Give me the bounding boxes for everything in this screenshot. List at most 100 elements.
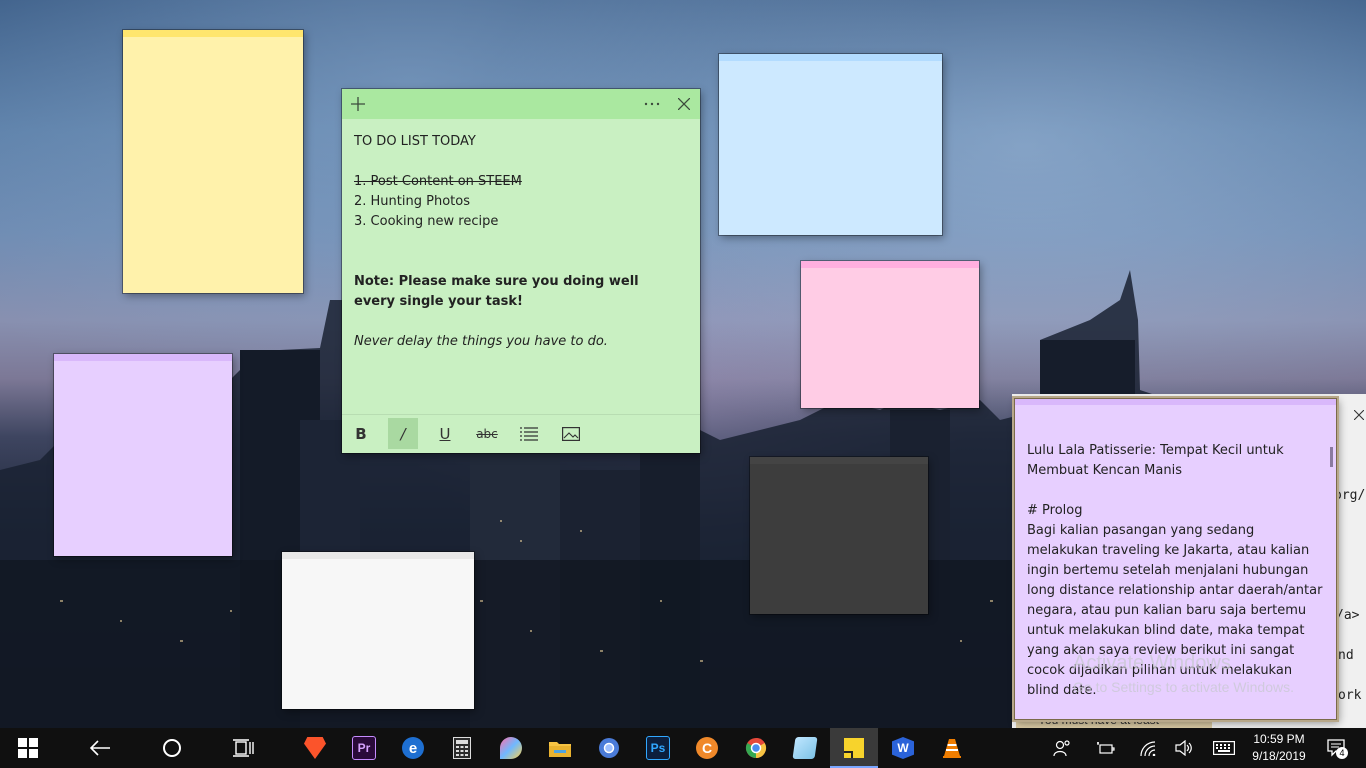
task-view-icon	[233, 739, 254, 757]
note-color-strip	[1015, 399, 1336, 405]
taskbar-app-sticky-notes[interactable]	[830, 728, 878, 768]
folder-icon	[549, 742, 571, 757]
taskbar-app-chromium[interactable]	[585, 728, 633, 768]
paint-3d-icon	[500, 737, 522, 759]
more-options-icon	[644, 102, 660, 106]
wifi-icon	[1140, 741, 1156, 756]
taskbar-app-paint-3d[interactable]	[487, 728, 535, 768]
action-center-button[interactable]: 4	[1322, 728, 1352, 768]
taskbar-app-calculator[interactable]	[438, 728, 486, 768]
brave-icon	[304, 737, 326, 759]
watermark-title: Activate Windows	[1073, 652, 1231, 674]
sticky-note-green-active[interactable]: TO DO LIST TODAY 1. Post Content on STEE…	[342, 89, 700, 453]
taskbar-app-coccoc[interactable]: C	[683, 728, 731, 768]
code-fragment: ork	[1338, 688, 1362, 703]
formatting-toolbar: B / U abc	[342, 414, 700, 453]
keyboard-button[interactable]	[1210, 728, 1238, 768]
note-content[interactable]: TO DO LIST TODAY 1. Post Content on STEE…	[354, 132, 684, 352]
people-icon	[1053, 740, 1070, 756]
edge-icon: e	[402, 737, 424, 759]
battery-icon	[1097, 742, 1115, 754]
notification-count-badge: 4	[1336, 747, 1348, 759]
note-color-strip	[54, 354, 232, 361]
note-line-blank	[354, 252, 684, 272]
taskbar-app-premiere-pro[interactable]: Pr	[340, 728, 388, 768]
back-arrow-icon	[90, 740, 110, 756]
note-line-italic: Never delay the things you have to do.	[354, 334, 608, 349]
bold-button[interactable]: B	[346, 418, 376, 449]
taskbar-app-brave[interactable]	[291, 728, 339, 768]
code-fragment: org/	[1334, 488, 1366, 503]
note-color-strip	[719, 54, 942, 61]
clock-time: 10:59 PM	[1253, 732, 1305, 746]
chrome-icon	[745, 737, 767, 759]
note-color-strip	[750, 457, 928, 464]
clock-date: 9/18/2019	[1252, 749, 1306, 763]
sticky-note-blue[interactable]	[719, 54, 942, 235]
photoshop-icon: Ps	[646, 736, 670, 760]
sticky-note-pink[interactable]	[801, 261, 979, 408]
note-line-blank	[1027, 481, 1327, 501]
close-icon	[678, 98, 690, 110]
bullet-list-icon	[520, 426, 538, 441]
taskbar-app-file-explorer[interactable]	[536, 728, 584, 768]
volume-button[interactable]	[1172, 728, 1196, 768]
bullets-button[interactable]	[514, 418, 544, 449]
note-line-item-3: 3. Cooking new recipe	[354, 214, 499, 229]
taskbar-app-notepad[interactable]	[781, 728, 829, 768]
sticky-note-yellow[interactable]	[123, 30, 303, 293]
note-line-blank	[354, 312, 684, 332]
image-icon	[562, 426, 580, 441]
network-button[interactable]	[1136, 728, 1160, 768]
note-color-strip	[801, 261, 979, 268]
close-icon[interactable]	[1354, 410, 1364, 420]
note-scrollbar[interactable]	[1330, 447, 1333, 467]
menu-button[interactable]	[637, 89, 667, 119]
taskbar-app-chrome[interactable]	[732, 728, 780, 768]
activate-windows-watermark: Activate Windows Go to Settings to activ…	[1073, 652, 1294, 695]
wps-writer-icon: W	[892, 737, 914, 759]
underline-button[interactable]: U	[430, 418, 460, 449]
task-view-button[interactable]	[220, 728, 268, 768]
taskbar-app-wps-writer[interactable]: W	[879, 728, 927, 768]
note-line-blank	[354, 152, 684, 172]
battery-button[interactable]	[1094, 728, 1118, 768]
code-fragment: /a>	[1336, 608, 1360, 623]
vlc-cone-icon	[943, 739, 961, 758]
strikethrough-button[interactable]: abc	[472, 418, 502, 449]
new-note-button[interactable]	[343, 89, 373, 119]
calculator-icon	[453, 737, 471, 759]
note-line-blank	[354, 232, 684, 252]
close-note-button[interactable]	[669, 89, 699, 119]
note-title-bar[interactable]	[342, 89, 700, 119]
back-button[interactable]	[76, 728, 124, 768]
taskbar-app-edge[interactable]: e	[389, 728, 437, 768]
note-line-bold-note: Note: Please make sure you doing well ev…	[354, 274, 639, 309]
note-color-strip	[282, 552, 474, 559]
coccoc-icon: C	[696, 737, 718, 759]
cortana-circle-icon	[163, 739, 181, 757]
add-image-button[interactable]	[556, 418, 586, 449]
taskbar: Pr e Ps C W 10:59 PM 9/18/2019 4	[0, 728, 1366, 768]
sticky-note-purple[interactable]	[54, 354, 232, 556]
article-heading: # Prolog	[1027, 503, 1083, 518]
sticky-note-white[interactable]	[282, 552, 474, 709]
italic-button[interactable]: /	[388, 418, 418, 449]
cortana-button[interactable]	[148, 728, 196, 768]
people-button[interactable]	[1050, 728, 1074, 768]
note-line-title: TO DO LIST TODAY	[354, 134, 476, 149]
system-clock[interactable]: 10:59 PM 9/18/2019	[1244, 731, 1314, 765]
plus-icon	[351, 97, 365, 111]
code-fragment: nd	[1338, 648, 1354, 663]
taskbar-app-photoshop[interactable]: Ps	[634, 728, 682, 768]
speaker-icon	[1175, 740, 1192, 756]
taskbar-app-vlc[interactable]	[928, 728, 976, 768]
premiere-pro-icon: Pr	[352, 736, 376, 760]
note-color-strip	[123, 30, 303, 37]
notepad-icon	[792, 737, 818, 759]
note-line-item-1: 1. Post Content on STEEM	[354, 174, 522, 189]
chromium-icon	[599, 738, 619, 758]
keyboard-icon	[1213, 741, 1235, 755]
sticky-note-charcoal[interactable]	[750, 457, 928, 614]
start-button[interactable]	[4, 728, 52, 768]
